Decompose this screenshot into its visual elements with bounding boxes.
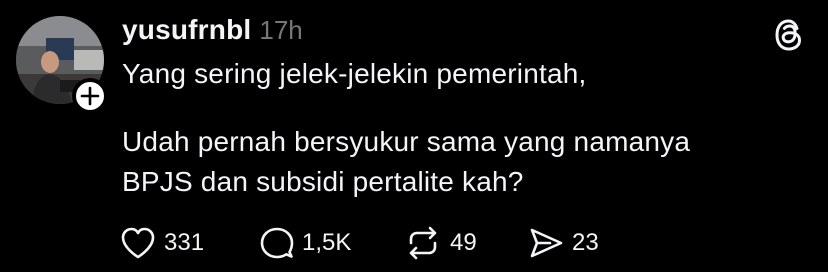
plus-icon [80, 86, 100, 106]
post-actions: 331 1,5K 49 23 [120, 224, 599, 262]
thread-post: yusufrnbl 17h Yang sering jelek-jelekin … [0, 0, 828, 272]
like-count: 331 [164, 229, 205, 256]
post-time[interactable]: 17h [259, 15, 302, 46]
username[interactable]: yusufrnbl [122, 14, 251, 46]
post-header: yusufrnbl 17h [122, 14, 303, 54]
avatar-container[interactable] [16, 16, 108, 114]
post-text-line: BPJS dan subsidi pertalite kah? [122, 166, 524, 197]
reply-button[interactable]: 1,5K [260, 226, 404, 260]
repost-button[interactable]: 49 [404, 226, 528, 260]
heart-icon [121, 227, 155, 259]
follow-button[interactable] [72, 78, 108, 114]
like-button[interactable]: 331 [120, 226, 260, 260]
reply-count: 1,5K [302, 229, 352, 256]
repost-count: 49 [450, 229, 477, 256]
send-icon [530, 228, 563, 258]
share-button[interactable]: 23 [528, 226, 599, 260]
post-text-line: Udah pernah bersyukur sama yang namanya [122, 126, 691, 157]
share-count: 23 [572, 229, 599, 256]
repost-arrows-icon [409, 226, 437, 260]
threads-logo-icon[interactable] [770, 16, 808, 54]
post-text-line: Yang sering jelek-jelekin pemerintah, [122, 58, 587, 89]
comment-bubble-icon [260, 227, 294, 259]
